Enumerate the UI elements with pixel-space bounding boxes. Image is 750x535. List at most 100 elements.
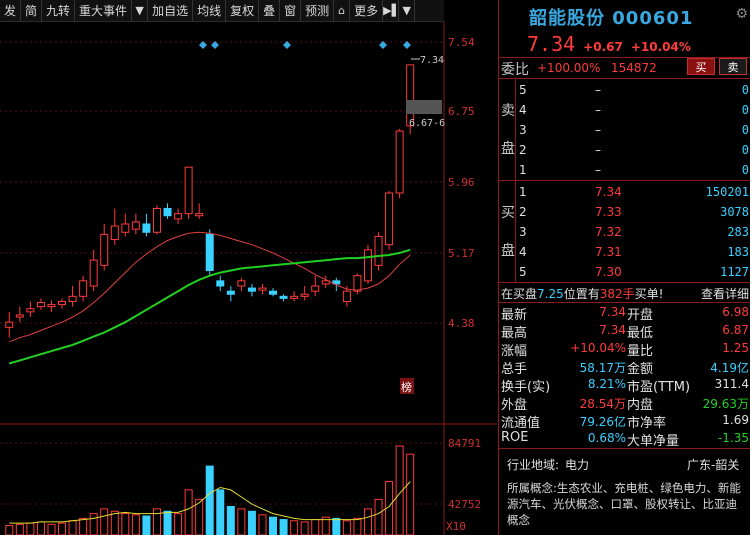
stat-row: 最低 6.87 (627, 322, 749, 341)
volume-bar[interactable] (269, 516, 278, 535)
notice-volume: 382手 (599, 287, 635, 301)
candle-body[interactable] (385, 192, 394, 246)
candle-body[interactable] (300, 293, 309, 297)
candle-body[interactable] (342, 290, 351, 302)
volume-bar[interactable] (406, 453, 415, 535)
buy-order-row[interactable]: 1 7.34 150201 (517, 182, 749, 202)
volume-bar[interactable] (205, 465, 214, 535)
candle-body[interactable] (395, 130, 404, 194)
candle-body[interactable] (205, 233, 214, 271)
candle-body[interactable] (142, 223, 151, 233)
candle-body[interactable] (226, 290, 235, 295)
volume-bar[interactable] (100, 508, 109, 535)
big-order-notice[interactable]: 在买盘7.25位置有382手买单! 查看详细 (499, 284, 750, 304)
industry-value[interactable]: 电力 (565, 456, 589, 473)
candle-body[interactable] (26, 308, 35, 313)
volume-bar[interactable] (363, 508, 372, 535)
candle-body[interactable] (121, 223, 130, 233)
order-level: 5 (519, 83, 527, 97)
volume-bar[interactable] (374, 498, 383, 535)
kline-chart[interactable]: 7.54 6.75 5.96 5.17 4.38 7.34 6.67-6 榜 8… (0, 0, 497, 535)
volume-bar[interactable] (58, 522, 67, 535)
volume-bar[interactable] (163, 510, 172, 535)
sell-order-row[interactable]: 4 – 0 (517, 100, 749, 120)
buy-button[interactable]: 买 (687, 58, 715, 75)
price-axis-label: 5.96 (448, 176, 475, 189)
candle-body[interactable] (258, 287, 267, 291)
rank-tag[interactable]: 榜 (401, 380, 412, 394)
volume-bar[interactable] (68, 520, 77, 535)
buy-order-row[interactable]: 3 7.32 283 (517, 222, 749, 242)
candle-body[interactable] (47, 304, 56, 308)
candle-body[interactable] (131, 221, 140, 230)
volume-bar[interactable] (89, 513, 98, 535)
volume-bar[interactable] (300, 521, 309, 535)
candle-body[interactable] (79, 280, 88, 297)
candle-body[interactable] (58, 301, 67, 306)
candle-body[interactable] (15, 314, 24, 318)
volume-bar[interactable] (258, 514, 267, 535)
gear-icon[interactable]: ⚙ (735, 6, 748, 22)
candle-body[interactable] (163, 208, 172, 217)
candle-body[interactable] (184, 166, 193, 215)
candle-body[interactable] (269, 290, 278, 295)
candle-body[interactable] (152, 208, 161, 233)
volume-bar[interactable] (131, 514, 140, 535)
candle-body[interactable] (290, 295, 299, 299)
volume-bar[interactable] (332, 517, 341, 535)
buy-order-row[interactable]: 2 7.33 3078 (517, 202, 749, 222)
volume-bar[interactable] (79, 517, 88, 535)
candle-body[interactable] (237, 280, 246, 287)
candle-body[interactable] (36, 302, 45, 308)
candle-body[interactable] (247, 287, 256, 292)
volume-bar[interactable] (342, 520, 351, 535)
volume-bar[interactable] (237, 508, 246, 535)
volume-bar[interactable] (184, 489, 193, 535)
volume-bar[interactable] (110, 510, 119, 535)
buy-order-row[interactable]: 5 7.30 1127 (517, 262, 749, 282)
candle-body[interactable] (100, 233, 109, 266)
candle-body[interactable] (216, 280, 225, 287)
order-price: – (595, 103, 601, 117)
volume-bar[interactable] (353, 517, 362, 535)
candle-body[interactable] (353, 275, 362, 292)
view-detail-link[interactable]: 查看详细 (701, 285, 749, 302)
sell-button[interactable]: 卖 (719, 58, 747, 75)
candle-body[interactable] (311, 285, 320, 292)
candle-body[interactable] (406, 64, 415, 127)
volume-bar[interactable] (226, 506, 235, 535)
order-price: – (595, 143, 601, 157)
volume-bar[interactable] (121, 513, 130, 535)
volume-bar[interactable] (5, 525, 14, 535)
volume-bar[interactable] (47, 523, 56, 535)
sell-order-row[interactable]: 2 – 0 (517, 140, 749, 160)
sell-order-row[interactable]: 3 – 0 (517, 120, 749, 140)
volume-bar[interactable] (311, 519, 320, 535)
stat-label: 流通值 (501, 416, 541, 431)
sell-order-row[interactable]: 5 – 0 (517, 80, 749, 100)
volume-bar[interactable] (152, 508, 161, 535)
volume-bar[interactable] (174, 513, 183, 535)
candle-body[interactable] (279, 295, 288, 299)
candle-body[interactable] (5, 321, 14, 328)
sell-order-row[interactable]: 1 – 0 (517, 160, 749, 180)
volume-bar[interactable] (247, 510, 256, 535)
stat-label: 内盘 (627, 398, 654, 413)
candle-body[interactable] (195, 213, 204, 217)
volume-bar[interactable] (15, 523, 24, 535)
volume-bar[interactable] (279, 519, 288, 535)
candle-body[interactable] (374, 235, 383, 266)
volume-bar[interactable] (142, 515, 151, 535)
candle-body[interactable] (110, 225, 119, 240)
candle-body[interactable] (363, 249, 372, 282)
stat-value: 7.34 (599, 305, 626, 319)
buy-order-row[interactable]: 4 7.31 183 (517, 242, 749, 262)
weibi-label: 委比 (501, 62, 529, 78)
candle-body[interactable] (89, 259, 98, 287)
candle-body[interactable] (174, 213, 183, 220)
volume-bar[interactable] (36, 521, 45, 535)
candle-body[interactable] (68, 295, 77, 303)
volume-bar[interactable] (216, 489, 225, 535)
volume-bar[interactable] (290, 520, 299, 535)
volume-bar[interactable] (26, 522, 35, 535)
